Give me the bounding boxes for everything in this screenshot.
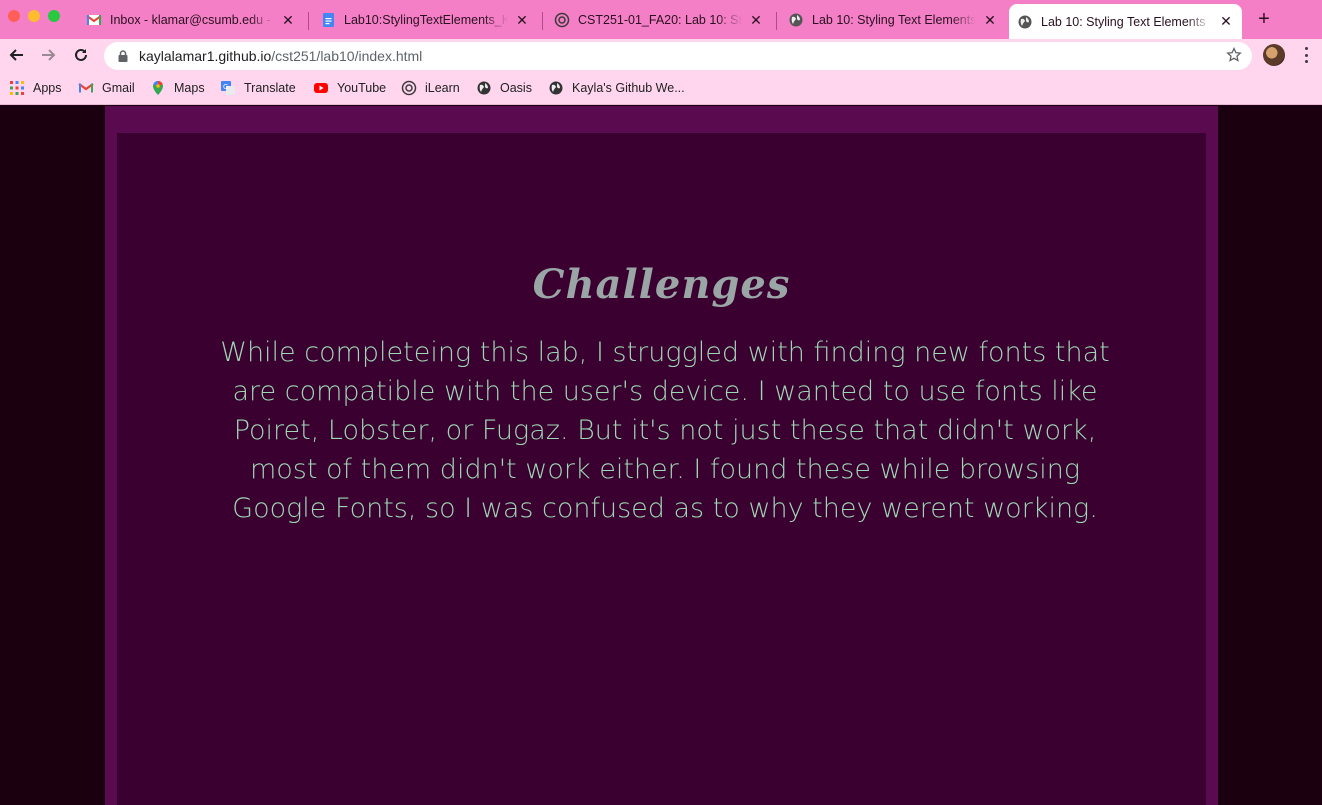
content-section: Challenges While completeing this lab, I… (117, 133, 1206, 805)
close-tab-icon[interactable]: ✕ (514, 12, 530, 29)
url-path: /cst251/lab10/index.html (271, 48, 423, 64)
bookmark-ilearn[interactable]: iLearn (401, 79, 460, 97)
bookmark-label: Oasis (500, 81, 532, 95)
url-text: kaylalamar1.github.io/cst251/lab10/index… (139, 48, 422, 64)
ilearn-icon (554, 12, 570, 28)
tab-google-doc[interactable]: Lab10:StylingTextElements_Kayla ✕ (312, 6, 538, 34)
back-button[interactable] (5, 43, 29, 67)
tab-title: CST251-01_FA20: Lab 10: Styling (578, 13, 742, 27)
address-bar[interactable]: kaylalamar1.github.io/cst251/lab10/index… (104, 42, 1252, 70)
tab-gmail-inbox[interactable]: Inbox - klamar@csumb.edu - Gmail ✕ (78, 6, 304, 34)
tab-title: Lab 10: Styling Text Elements (1041, 14, 1206, 29)
ilearn-icon (401, 80, 417, 96)
bookmark-youtube[interactable]: YouTube (313, 79, 386, 97)
globe-icon (789, 13, 803, 27)
maps-icon (153, 81, 163, 95)
svg-text:G: G (223, 83, 228, 91)
bookmark-oasis[interactable]: Oasis (476, 79, 532, 97)
browser-menu-button[interactable] (1299, 45, 1313, 65)
gmail-icon (86, 15, 102, 25)
tab-separator (776, 12, 777, 30)
google-docs-icon (323, 13, 334, 27)
tab-strip: Inbox - klamar@csumb.edu - Gmail ✕ Lab10… (0, 0, 1322, 39)
page-viewport: Challenges While completeing this lab, I… (0, 106, 1322, 805)
youtube-icon (314, 83, 328, 93)
reload-button[interactable] (69, 43, 93, 67)
apps-grid-icon (10, 81, 24, 95)
tab-lab10-active[interactable]: Lab 10: Styling Text Elements ✕ (1009, 4, 1242, 39)
bookmark-star-icon[interactable] (1226, 47, 1242, 63)
minimize-window-button[interactable] (28, 10, 40, 22)
globe-icon (1018, 15, 1032, 28)
section-heading: Challenges (532, 261, 791, 308)
close-window-button[interactable] (8, 10, 20, 22)
close-tab-icon[interactable]: ✕ (982, 12, 998, 29)
reload-icon (75, 48, 87, 61)
forward-arrow-icon (42, 49, 56, 61)
gmail-icon (78, 83, 94, 93)
maximize-window-button[interactable] (48, 10, 60, 22)
tab-title: Inbox - klamar@csumb.edu - Gmail (110, 13, 274, 27)
tab-separator (542, 12, 543, 30)
forward-button[interactable] (36, 43, 60, 67)
bookmark-label: Maps (174, 81, 205, 95)
bookmark-apps[interactable]: Apps (9, 79, 62, 97)
bookmark-label: YouTube (337, 81, 387, 95)
profile-avatar[interactable] (1263, 44, 1285, 66)
close-tab-icon[interactable]: ✕ (748, 12, 764, 29)
bookmark-maps[interactable]: Maps (150, 79, 205, 97)
bookmarks-bar: Apps Gmail Maps G Translate YouTube iLea… (0, 72, 1322, 105)
translate-icon: G (221, 81, 235, 95)
globe-icon (549, 81, 563, 95)
bookmark-label: iLearn (425, 81, 460, 95)
bookmark-label: Translate (244, 81, 296, 95)
bookmark-label: Apps (33, 81, 62, 95)
tab-title: Lab10:StylingTextElements_Kayla (344, 13, 508, 27)
tab-ilearn-lab[interactable]: CST251-01_FA20: Lab 10: Styling ✕ (546, 6, 772, 34)
close-tab-icon[interactable]: ✕ (1218, 13, 1234, 30)
close-tab-icon[interactable]: ✕ (280, 12, 296, 29)
outer-panel: Challenges While completeing this lab, I… (105, 106, 1218, 805)
bookmark-label: Kayla's Github We... (572, 81, 685, 95)
bookmark-translate[interactable]: G Translate (220, 79, 296, 97)
bookmark-gmail[interactable]: Gmail (78, 79, 135, 97)
section-paragraph: While completeing this lab, I struggled … (220, 337, 1110, 524)
bookmark-label: Gmail (102, 81, 135, 95)
tab-title: Lab 10: Styling Text Elements (812, 13, 976, 27)
tab-lab10-preview[interactable]: Lab 10: Styling Text Elements ✕ (780, 6, 1006, 34)
tab-separator (308, 12, 309, 30)
url-host: kaylalamar1.github.io (139, 48, 272, 64)
bookmark-kaylas-github[interactable]: Kayla's Github We... (548, 79, 685, 97)
lock-icon[interactable] (116, 49, 130, 63)
browser-toolbar: kaylalamar1.github.io/cst251/lab10/index… (0, 39, 1322, 72)
new-tab-button[interactable]: + (1255, 9, 1273, 29)
back-arrow-icon (9, 49, 23, 61)
globe-icon (477, 81, 491, 95)
